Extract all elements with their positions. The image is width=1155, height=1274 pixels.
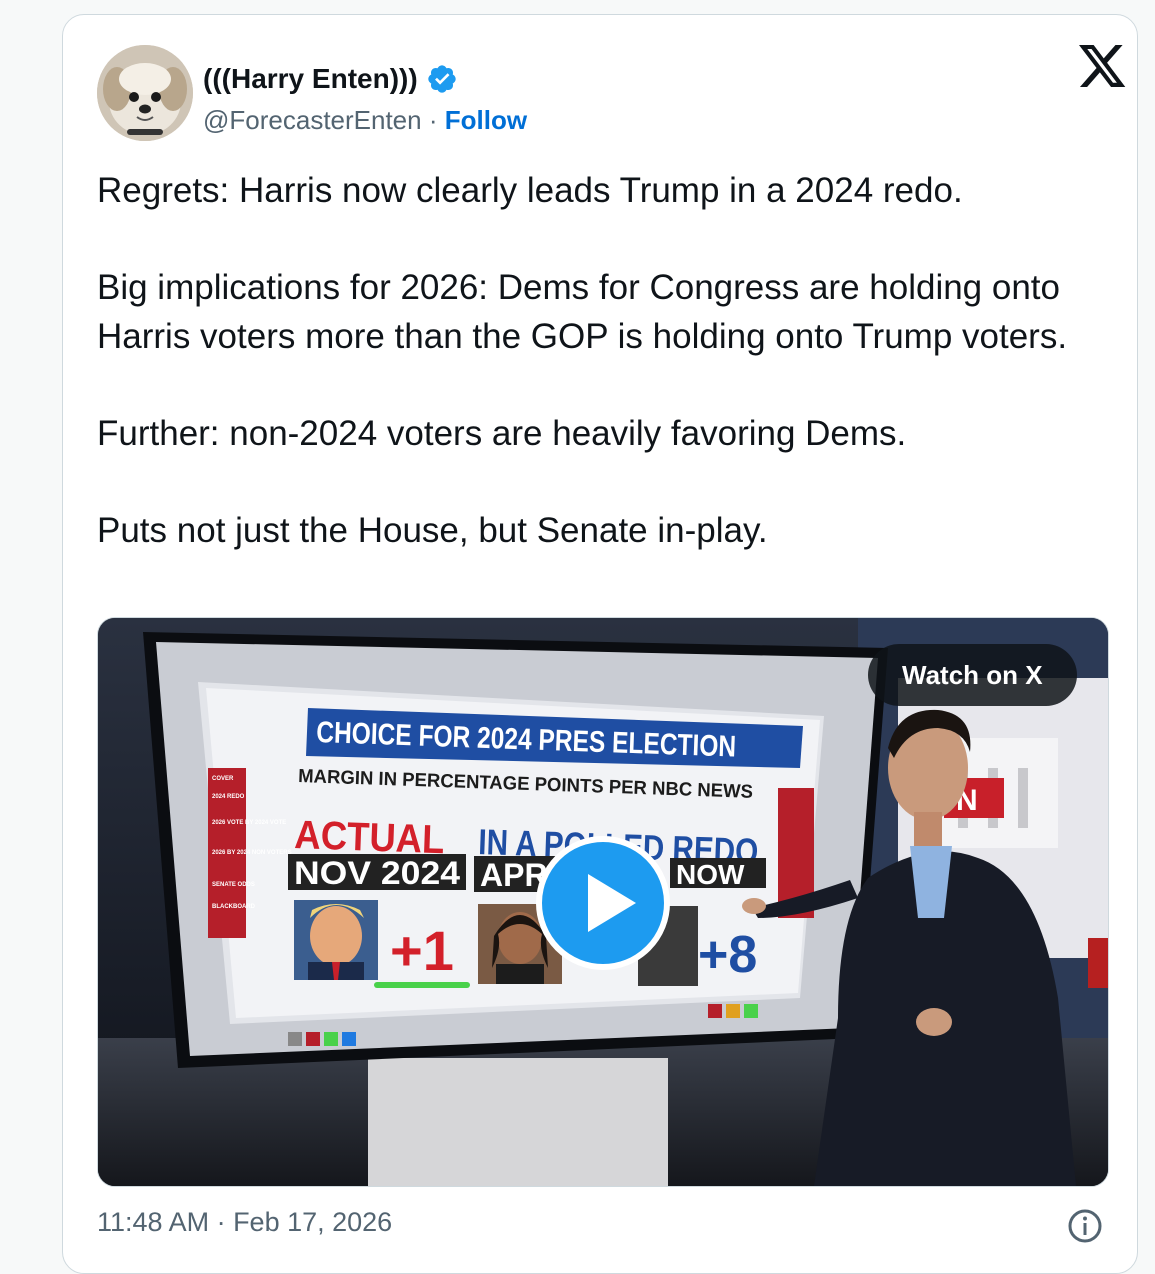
board-menu-item: 2024 REDO xyxy=(212,794,245,800)
board-margin-now: +8 xyxy=(698,926,757,984)
tweet-paragraph: Big implications for 2026: Dems for Cong… xyxy=(97,268,1068,356)
tweet-paragraph: Puts not just the House, but Senate in-p… xyxy=(97,510,768,550)
play-icon xyxy=(588,874,636,932)
board-menu-item: COVER xyxy=(212,776,234,782)
board-menu-item: BLACKBOARD xyxy=(212,904,256,910)
separator-dot: · xyxy=(428,105,445,135)
tweet-card: (((Harry Enten))) @ForecasterEnten · Fol… xyxy=(62,14,1138,1274)
board-menu-item: 2026 VOTE BY 2024 VOTE xyxy=(212,820,286,826)
info-icon[interactable] xyxy=(1067,1208,1103,1244)
tweet-text: Regrets: Harris now clearly leads Trump … xyxy=(97,167,1107,555)
board-date-actual: NOV 2024 xyxy=(294,855,460,891)
board-menu-item: 2026 BY 2024 NON VOTERS xyxy=(212,850,292,856)
tweet-paragraph: Regrets: Harris now clearly leads Trump … xyxy=(97,171,963,210)
tweet-timestamp[interactable]: 11:48 AM · Feb 17, 2026 xyxy=(97,1207,392,1238)
board-date-now: NOW xyxy=(676,859,745,890)
author-avatar[interactable] xyxy=(97,45,193,141)
board-menu-item: SENATE ODDS xyxy=(212,882,255,888)
author-display-name[interactable]: (((Harry Enten))) xyxy=(203,63,418,95)
verified-badge-icon xyxy=(428,65,456,93)
author-name-row: (((Harry Enten))) xyxy=(203,63,458,95)
watch-on-x-button[interactable]: Watch on X xyxy=(868,644,1077,706)
author-handle-row: @ForecasterEnten · Follow xyxy=(203,105,527,136)
x-logo-icon[interactable] xyxy=(1079,45,1127,89)
follow-button[interactable]: Follow xyxy=(445,105,527,135)
author-handle[interactable]: @ForecasterEnten xyxy=(203,105,422,135)
play-button[interactable] xyxy=(536,836,670,970)
dog-avatar-icon xyxy=(97,45,193,141)
board-margin-actual: +1 xyxy=(390,919,454,982)
video-player[interactable]: CHOICE FOR 2024 PRES ELECTION MARGIN IN … xyxy=(97,617,1109,1187)
tweet-paragraph: Further: non-2024 voters are heavily fav… xyxy=(97,413,907,453)
